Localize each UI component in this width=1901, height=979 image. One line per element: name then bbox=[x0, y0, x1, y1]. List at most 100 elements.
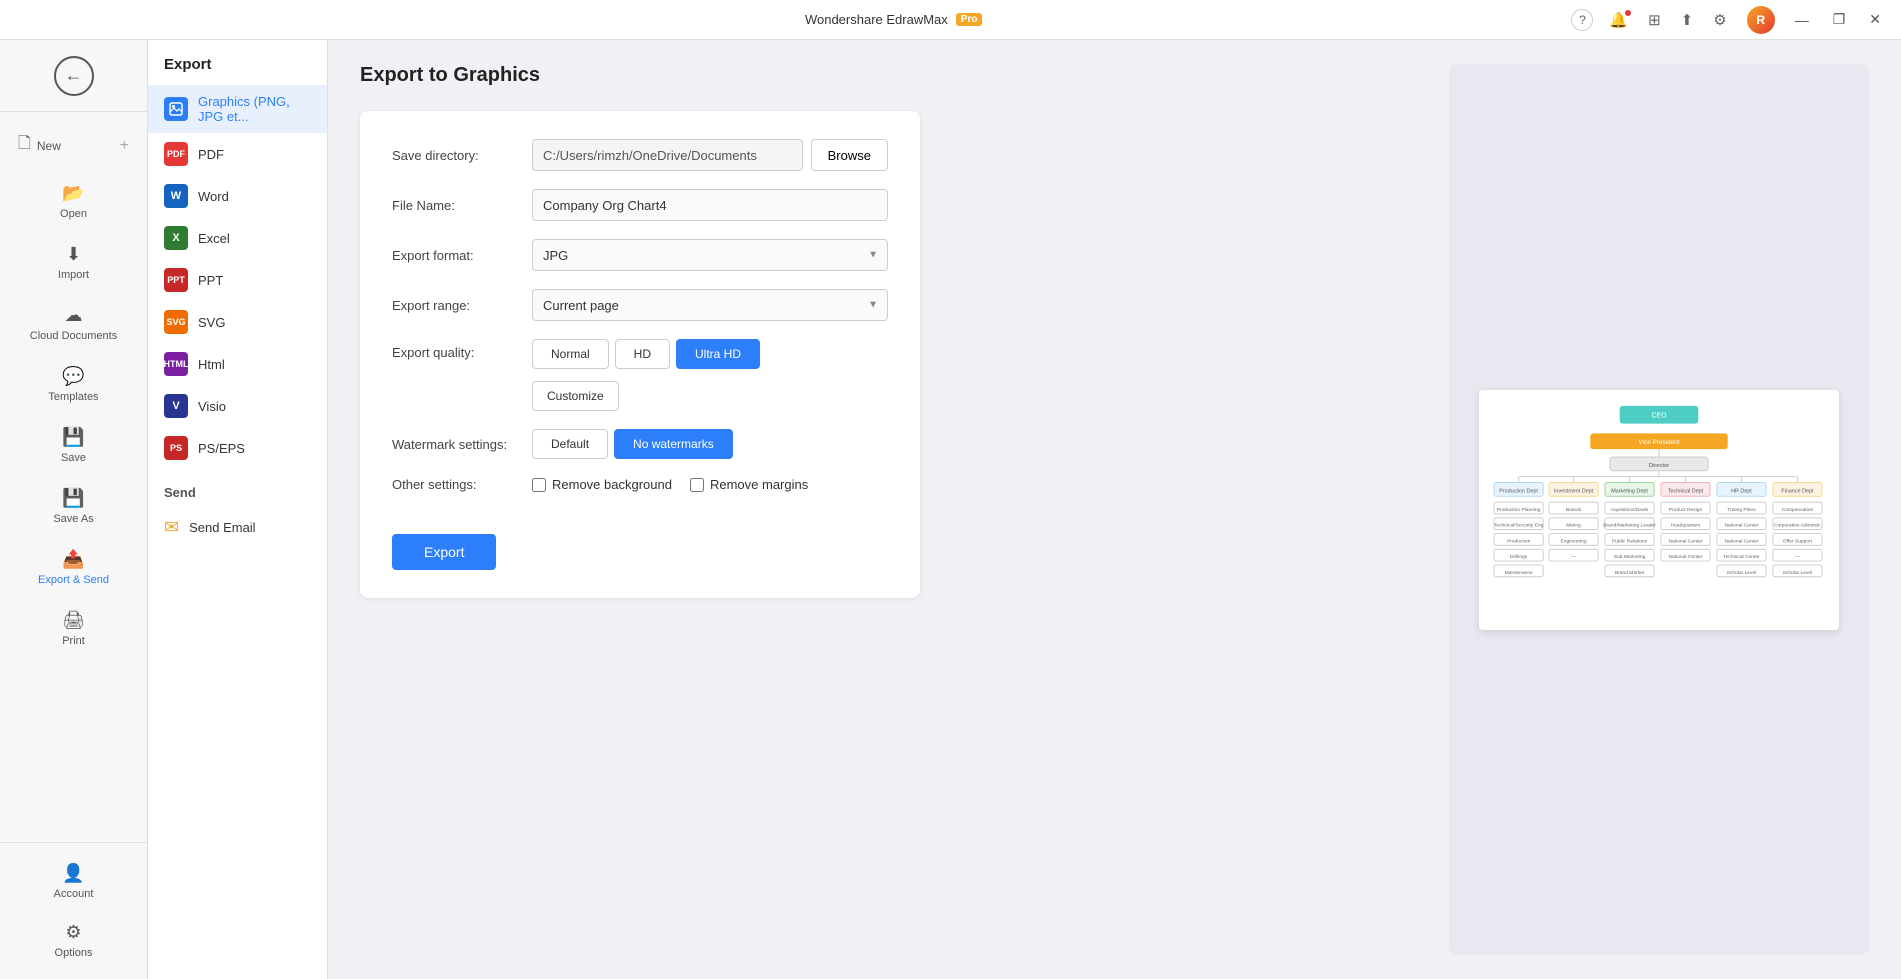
svg-text:Brand Market: Brand Market bbox=[1615, 569, 1645, 575]
cloud-label: Cloud Documents bbox=[30, 330, 117, 342]
svg-text:National Center: National Center bbox=[1669, 538, 1703, 544]
quality-hd-button[interactable]: HD bbox=[615, 339, 670, 369]
sidebar-item-export[interactable]: 📤 Export & Send bbox=[6, 539, 141, 596]
sidebar-item-import[interactable]: ⬇ Import bbox=[6, 234, 141, 291]
grid-button[interactable]: ⊞ bbox=[1644, 9, 1665, 31]
export-quality-controls: Normal HD Ultra HD Customize bbox=[532, 339, 888, 411]
remove-margins-input[interactable] bbox=[690, 478, 704, 492]
svg-text:Engineering: Engineering bbox=[1561, 538, 1587, 544]
sidebar-item-options[interactable]: ⚙ Options bbox=[6, 912, 141, 969]
export-range-select-wrap: Current page All pages Selected pages ▼ bbox=[532, 289, 888, 321]
sidebar-item-print[interactable]: 🖨 Print bbox=[6, 600, 141, 657]
svg-text:Drillings: Drillings bbox=[1510, 554, 1528, 560]
svg-text:—: — bbox=[1795, 555, 1800, 560]
remove-margins-checkbox[interactable]: Remove margins bbox=[690, 477, 808, 492]
browse-button[interactable]: Browse bbox=[811, 139, 888, 171]
format-item-visio[interactable]: V Visio bbox=[148, 385, 327, 427]
file-name-input[interactable] bbox=[532, 189, 888, 221]
format-item-word[interactable]: W Word bbox=[148, 175, 327, 217]
export-format-select-wrap: JPG PNG BMP GIF TIFF SVG ▼ bbox=[532, 239, 888, 271]
pro-badge: Pro bbox=[956, 13, 983, 26]
settings-button[interactable]: ⚙ bbox=[1709, 9, 1730, 31]
remove-background-input[interactable] bbox=[532, 478, 546, 492]
email-icon: ✉ bbox=[164, 517, 179, 538]
svg-text:—: — bbox=[1571, 555, 1576, 560]
visio-icon: V bbox=[164, 394, 188, 418]
sidebar-item-save[interactable]: 💾 Save bbox=[6, 417, 141, 474]
preview-inner: CEO Vice President Director Production D… bbox=[1479, 390, 1839, 630]
close-button[interactable]: ✕ bbox=[1865, 7, 1885, 32]
watermark-controls: Default No watermarks bbox=[532, 429, 888, 459]
watermark-default-button[interactable]: Default bbox=[532, 429, 608, 459]
maximize-button[interactable]: ❐ bbox=[1829, 7, 1850, 32]
pseps-icon: PS bbox=[164, 436, 188, 460]
sidebar-item-templates[interactable]: 💬 Templates bbox=[6, 356, 141, 413]
send-email-item[interactable]: ✉ Send Email bbox=[148, 508, 327, 547]
print-label: Print bbox=[62, 635, 85, 647]
format-ppt-label: PPT bbox=[198, 273, 223, 288]
svg-text:National Center: National Center bbox=[1724, 522, 1758, 528]
format-word-label: Word bbox=[198, 189, 229, 204]
remove-margins-label: Remove margins bbox=[710, 477, 808, 492]
format-item-svg[interactable]: SVG SVG bbox=[148, 301, 327, 343]
new-icon: 🗋 bbox=[18, 132, 31, 159]
svg-text:Director: Director bbox=[1649, 462, 1670, 468]
sidebar-item-new[interactable]: 🗋 New + bbox=[6, 122, 141, 169]
share-button[interactable]: ⬆ bbox=[1677, 9, 1698, 31]
customize-button[interactable]: Customize bbox=[532, 381, 619, 411]
svg-text:Maintenance: Maintenance bbox=[1505, 569, 1533, 575]
import-label: Import bbox=[58, 269, 89, 281]
export-format-controls: JPG PNG BMP GIF TIFF SVG ▼ bbox=[532, 239, 888, 271]
svg-text:HR Dept: HR Dept bbox=[1731, 488, 1752, 494]
notification-button[interactable]: 🔔 bbox=[1605, 9, 1632, 31]
svg-text:Offer Support: Offer Support bbox=[1783, 538, 1813, 544]
notification-dot bbox=[1624, 9, 1632, 17]
watermark-settings-row: Watermark settings: Default No watermark… bbox=[392, 429, 888, 459]
options-icon: ⚙ bbox=[65, 922, 81, 943]
new-plus-icon: + bbox=[120, 137, 129, 155]
svg-text:Public Relations: Public Relations bbox=[1612, 538, 1648, 544]
format-item-pseps[interactable]: PS PS/EPS bbox=[148, 427, 327, 469]
quality-normal-button[interactable]: Normal bbox=[532, 339, 609, 369]
sidebar-item-saveas[interactable]: 💾 Save As bbox=[6, 478, 141, 535]
save-directory-controls: Browse bbox=[532, 139, 888, 171]
svg-text:Scholar Level: Scholar Level bbox=[1783, 569, 1813, 575]
minimize-button[interactable]: — bbox=[1791, 8, 1813, 32]
export-range-select[interactable]: Current page All pages Selected pages bbox=[532, 289, 888, 321]
watermark-none-button[interactable]: No watermarks bbox=[614, 429, 733, 459]
avatar[interactable]: R bbox=[1747, 6, 1775, 34]
sidebar-item-account[interactable]: 👤 Account bbox=[6, 853, 141, 910]
sidebar-item-cloud[interactable]: ☁ Cloud Documents bbox=[6, 295, 141, 352]
svg-text:Sub Marketing: Sub Marketing bbox=[1614, 554, 1646, 560]
format-item-html[interactable]: HTML Html bbox=[148, 343, 327, 385]
nav-sidebar: ← 🗋 New + 📂 Open ⬇ Import ☁ Cloud Docume… bbox=[0, 40, 148, 979]
remove-background-checkbox[interactable]: Remove background bbox=[532, 477, 672, 492]
file-name-controls bbox=[532, 189, 888, 221]
other-settings-label: Other settings: bbox=[392, 477, 532, 492]
svg-text:CEO: CEO bbox=[1652, 412, 1667, 419]
svg-text:Brand/Marketing Leader: Brand/Marketing Leader bbox=[1603, 522, 1656, 528]
form-container: Save directory: Browse File Name: Export… bbox=[360, 111, 920, 598]
format-item-pdf[interactable]: PDF PDF bbox=[148, 133, 327, 175]
graphics-icon bbox=[164, 97, 188, 121]
save-icon: 💾 bbox=[62, 427, 84, 448]
export-format-select[interactable]: JPG PNG BMP GIF TIFF SVG bbox=[532, 239, 888, 271]
help-button[interactable]: ? bbox=[1571, 9, 1593, 31]
sidebar-item-open[interactable]: 📂 Open bbox=[6, 173, 141, 230]
svg-text:Technical Dept: Technical Dept bbox=[1668, 488, 1704, 494]
excel-icon: X bbox=[164, 226, 188, 250]
quality-ultrahd-button[interactable]: Ultra HD bbox=[676, 339, 760, 369]
titlebar: Wondershare EdrawMax Pro ? 🔔 ⊞ ⬆ ⚙ R — ❐… bbox=[0, 0, 1901, 40]
export-sidebar-title: Export bbox=[148, 56, 327, 85]
format-item-graphics[interactable]: Graphics (PNG, JPG et... bbox=[148, 85, 327, 133]
format-item-excel[interactable]: X Excel bbox=[148, 217, 327, 259]
back-button[interactable]: ← bbox=[54, 56, 94, 96]
format-svg-label: SVG bbox=[198, 315, 225, 330]
save-directory-input[interactable] bbox=[532, 139, 803, 171]
svg-text:Investment Dept: Investment Dept bbox=[1554, 488, 1594, 494]
saveas-label: Save As bbox=[53, 513, 93, 525]
format-item-ppt[interactable]: PPT PPT bbox=[148, 259, 327, 301]
quality-group: Normal HD Ultra HD Customize bbox=[532, 339, 760, 411]
export-button[interactable]: Export bbox=[392, 534, 496, 570]
svg-text:Compensation: Compensation bbox=[1782, 506, 1814, 512]
